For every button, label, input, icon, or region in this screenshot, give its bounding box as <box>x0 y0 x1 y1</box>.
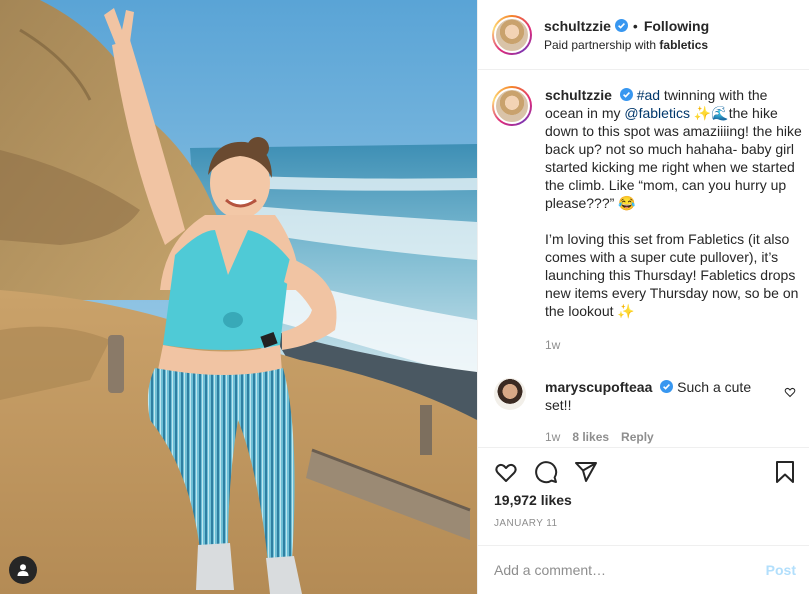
paid-partnership-label: Paid partnership with fabletics <box>544 37 709 52</box>
comment-input[interactable] <box>494 562 766 578</box>
comment-heart-icon[interactable] <box>784 386 796 398</box>
comment-timestamp[interactable]: 1w <box>545 428 560 446</box>
post-actions <box>494 460 598 484</box>
verified-badge-icon <box>619 88 633 101</box>
author-avatar[interactable] <box>492 14 532 55</box>
following-button[interactable]: Following <box>644 18 709 34</box>
post-header: schultzzie • Following Paid partnership … <box>478 0 809 70</box>
comment-likes[interactable]: 8 likes <box>572 428 609 446</box>
caption-author-avatar[interactable] <box>492 86 532 126</box>
caption-timestamp[interactable]: 1w <box>545 336 802 354</box>
post-photo[interactable] <box>0 0 477 594</box>
share-button[interactable] <box>574 460 598 484</box>
mention-link[interactable]: @fabletics <box>624 105 690 121</box>
caption-text: I’m loving this set from Fabletics (it a… <box>545 231 799 319</box>
comment-form: Post <box>478 545 809 594</box>
post-caption: schultzzie #ad twinning with the ocean i… <box>492 86 802 354</box>
hashtag-link[interactable]: #ad <box>637 87 660 103</box>
user-tag-icon <box>17 564 29 576</box>
partner-link[interactable]: fabletics <box>659 38 708 52</box>
post-details-panel: schultzzie • Following Paid partnership … <box>477 0 809 594</box>
likes-count[interactable]: 19,972 likes <box>494 492 572 508</box>
verified-badge-icon <box>660 380 674 393</box>
like-button[interactable] <box>494 460 518 484</box>
comment-button[interactable] <box>534 460 558 484</box>
share-icon <box>575 462 597 482</box>
divider <box>478 447 809 448</box>
caption-username[interactable]: schultzzie <box>545 87 612 103</box>
commenter-avatar[interactable] <box>494 378 526 410</box>
reply-button[interactable]: Reply <box>621 428 654 446</box>
user-tag-button[interactable] <box>9 556 37 584</box>
comment-item: maryscupofteaa Such a cute set!! 1w 8 li… <box>492 378 802 446</box>
bookmark-icon[interactable] <box>773 460 797 484</box>
beach-cliff-photo <box>0 0 477 594</box>
verified-badge-icon <box>614 19 628 32</box>
post-modal: schultzzie • Following Paid partnership … <box>0 0 809 594</box>
author-username[interactable]: schultzzie <box>544 18 611 34</box>
separator-dot: • <box>632 17 638 34</box>
post-comment-button[interactable]: Post <box>766 562 796 578</box>
heart-icon <box>495 463 517 482</box>
comment-icon <box>535 461 558 484</box>
commenter-username[interactable]: maryscupofteaa <box>545 379 652 395</box>
post-date[interactable]: January 11 <box>494 518 557 529</box>
